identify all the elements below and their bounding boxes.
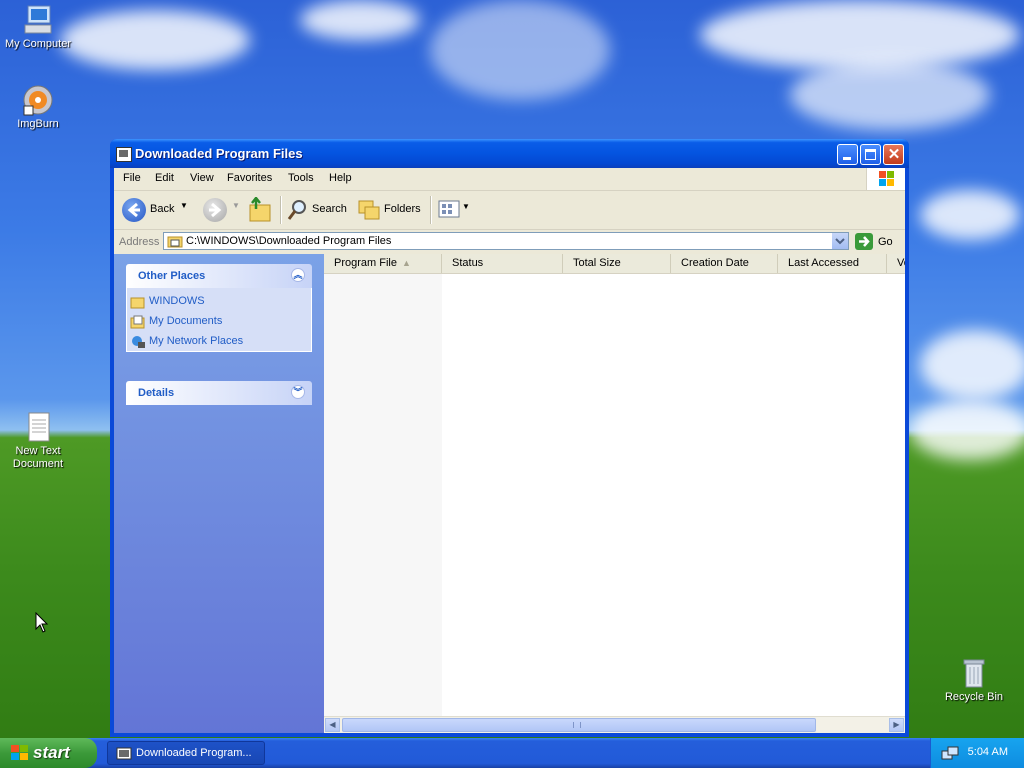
- search-button[interactable]: Search: [286, 197, 352, 223]
- address-input[interactable]: C:\WINDOWS\Downloaded Program Files: [163, 232, 849, 250]
- computer-icon: [22, 4, 54, 36]
- column-header-creation-date[interactable]: Creation Date: [671, 254, 778, 273]
- window-client-area: File Edit View Favorites Tools Help Back…: [114, 168, 905, 733]
- other-places-body: WINDOWS My Documents My Network Places: [126, 288, 312, 352]
- list-header: Program File ▲ Status Total Size Creatio…: [324, 254, 905, 274]
- views-button[interactable]: ▼: [436, 197, 470, 223]
- desktop-icon-imgburn[interactable]: ImgBurn: [0, 84, 76, 131]
- views-dropdown-icon: ▼: [462, 202, 470, 211]
- menu-view[interactable]: View: [190, 172, 214, 184]
- imgburn-icon: [22, 84, 54, 116]
- go-arrow-icon: [855, 233, 873, 250]
- scrollbar-thumb[interactable]: [342, 718, 816, 732]
- toolbar-separator: [430, 196, 432, 224]
- link-my-network-places[interactable]: My Network Places: [127, 334, 311, 350]
- forward-button[interactable]: ▼: [202, 197, 240, 223]
- close-icon: ✕: [887, 146, 901, 163]
- close-button[interactable]: ✕: [883, 144, 904, 165]
- back-dropdown-icon[interactable]: ▼: [180, 201, 188, 210]
- column-header-version[interactable]: Ve: [887, 254, 905, 273]
- details-title: Details: [138, 387, 175, 399]
- my-documents-icon: [130, 315, 145, 329]
- desktop-icon-my-computer[interactable]: My Computer: [0, 4, 76, 51]
- menu-tools[interactable]: Tools: [288, 172, 314, 184]
- file-list-view[interactable]: Program File ▲ Status Total Size Creatio…: [324, 254, 905, 733]
- menu-bar: File Edit View Favorites Tools Help: [114, 168, 905, 191]
- expand-icon[interactable]: ︾: [291, 385, 305, 399]
- column-header-total-size[interactable]: Total Size: [563, 254, 671, 273]
- window-titlebar[interactable]: Downloaded Program Files ✕: [110, 139, 909, 168]
- go-button[interactable]: Go: [854, 232, 900, 252]
- back-button[interactable]: Back ▼: [120, 197, 188, 223]
- network-tray-icon[interactable]: [941, 745, 959, 761]
- folders-icon: [358, 200, 380, 220]
- sort-ascending-icon: ▲: [402, 258, 411, 268]
- task-pane: Other Places ︽ WINDOWS My Documents My N…: [114, 254, 324, 733]
- standard-toolbar: Back ▼ ▼ Search Folders ▼: [114, 191, 905, 230]
- scroll-right-button[interactable]: ▶: [889, 718, 904, 732]
- desktop-icon-new-text-document[interactable]: New Text Document: [0, 411, 76, 471]
- forward-dropdown-icon[interactable]: ▼: [232, 201, 240, 210]
- sorted-column-highlight: [324, 274, 442, 717]
- windows-logo-icon: [866, 168, 905, 190]
- back-arrow-icon: [122, 198, 146, 222]
- system-tray: 5:04 AM: [930, 738, 1024, 768]
- recycle-bin-icon: [958, 657, 990, 689]
- column-header-status[interactable]: Status: [442, 254, 563, 273]
- explorer-window[interactable]: Downloaded Program Files ✕ File Edit Vie…: [110, 139, 909, 737]
- up-folder-button[interactable]: [246, 195, 274, 223]
- column-header-last-accessed[interactable]: Last Accessed: [778, 254, 887, 273]
- scroll-left-button[interactable]: ◀: [325, 718, 340, 732]
- window-title: Downloaded Program Files: [135, 146, 303, 161]
- maximize-icon: [865, 149, 876, 160]
- maximize-button[interactable]: [860, 144, 881, 165]
- other-places-header[interactable]: Other Places ︽: [126, 264, 312, 288]
- up-folder-icon: [249, 195, 271, 222]
- details-header[interactable]: Details ︾: [126, 381, 312, 405]
- column-header-program-file[interactable]: Program File ▲: [324, 254, 442, 273]
- desktop-icon-recycle-bin[interactable]: Recycle Bin: [936, 657, 1012, 704]
- minimize-icon: [843, 157, 851, 160]
- menu-edit[interactable]: Edit: [155, 172, 174, 184]
- folder-window-icon: [116, 747, 132, 760]
- menu-help[interactable]: Help: [329, 172, 352, 184]
- collapse-icon[interactable]: ︽: [291, 268, 305, 282]
- taskbar-window-button[interactable]: Downloaded Program...: [107, 741, 265, 765]
- search-icon: [287, 200, 306, 220]
- network-places-icon: [132, 336, 145, 348]
- minimize-button[interactable]: [837, 144, 858, 165]
- clock[interactable]: 5:04 AM: [968, 746, 1008, 758]
- start-button[interactable]: start: [0, 738, 97, 768]
- folders-button[interactable]: Folders: [357, 197, 425, 223]
- views-icon: [438, 200, 460, 218]
- forward-arrow-icon: [203, 198, 227, 222]
- folder-icon: [130, 297, 145, 309]
- taskbar: start Downloaded Program... 5:04 AM: [0, 738, 1024, 768]
- grip-icon: [573, 722, 581, 728]
- windows-logo-icon: [11, 745, 28, 760]
- mouse-cursor-icon: [35, 612, 49, 633]
- chevron-down-icon: [835, 238, 845, 245]
- other-places-title: Other Places: [138, 270, 206, 282]
- address-value: C:\WINDOWS\Downloaded Program Files: [186, 235, 392, 247]
- menu-file[interactable]: File: [123, 172, 141, 184]
- link-my-documents[interactable]: My Documents: [127, 314, 311, 330]
- link-windows[interactable]: WINDOWS: [127, 294, 311, 310]
- toolbar-separator: [280, 196, 282, 224]
- horizontal-scrollbar[interactable]: ◀ ▶: [324, 716, 905, 733]
- menu-favorites[interactable]: Favorites: [227, 172, 272, 184]
- address-label: Address: [119, 236, 160, 248]
- text-document-icon: [22, 411, 54, 443]
- address-dropdown-button[interactable]: [832, 233, 848, 249]
- address-bar: Address C:\WINDOWS\Downloaded Program Fi…: [114, 230, 905, 255]
- folder-window-icon: [116, 147, 132, 162]
- folder-icon: [167, 236, 183, 248]
